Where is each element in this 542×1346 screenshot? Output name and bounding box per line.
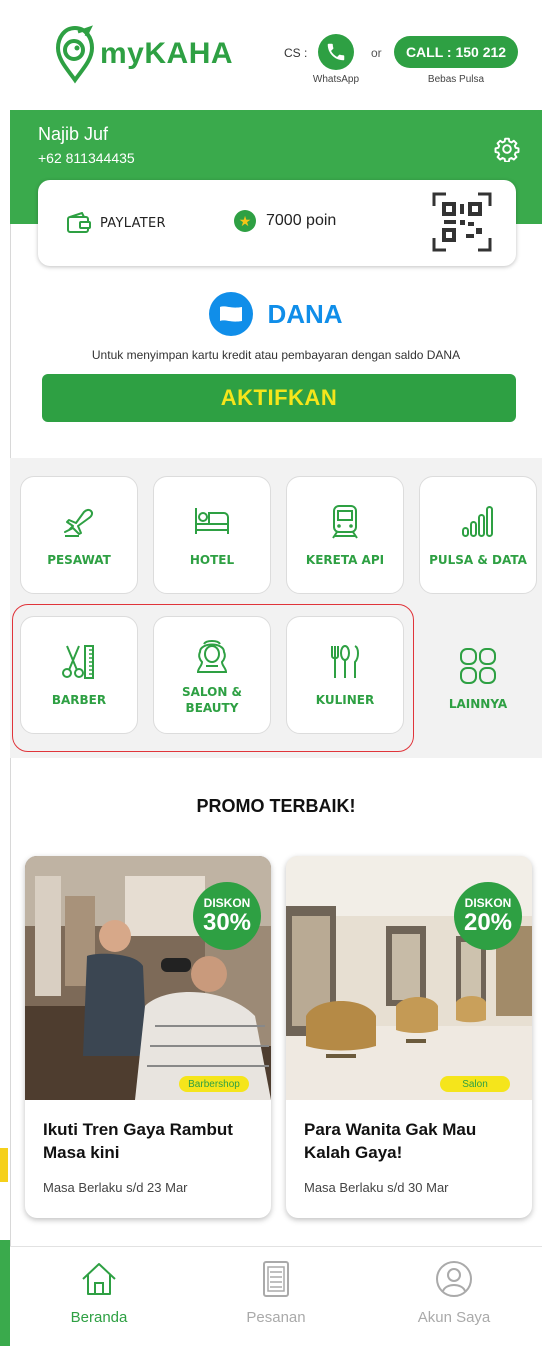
- plane-icon: [64, 508, 94, 537]
- service-barber[interactable]: BARBER: [20, 616, 138, 734]
- wallet-card: PAYLATER ★ 7000 poin: [38, 180, 516, 266]
- nav-label: Beranda: [70, 1309, 128, 1326]
- edge-green-strip: [0, 1240, 10, 1346]
- discount-badge: DISKON 30%: [193, 882, 261, 950]
- edge-yellow-strip: [0, 1148, 8, 1182]
- service-pulsa-data[interactable]: PULSA & DATA: [419, 476, 537, 594]
- bird-logo-icon: [55, 25, 95, 84]
- nav-label: Akun Saya: [417, 1309, 491, 1326]
- whatsapp-button[interactable]: WhatsApp: [306, 34, 366, 85]
- nav-pesanan[interactable]: Pesanan: [211, 1259, 341, 1326]
- bed-icon: [195, 508, 229, 534]
- discount-badge: DISKON 20%: [454, 882, 522, 950]
- service-label: SALON & BEAUTY: [181, 685, 243, 715]
- nav-label: Pesanan: [246, 1309, 306, 1326]
- promo-validity: Masa Berlaku s/d 30 Mar: [304, 1180, 449, 1195]
- whatsapp-label: WhatsApp: [312, 74, 360, 85]
- scissors-comb-icon: [62, 645, 94, 679]
- service-kuliner[interactable]: KULINER: [286, 616, 404, 734]
- service-lainnya[interactable]: LAINNYA: [419, 620, 537, 738]
- service-label: PULSA & DATA: [429, 553, 527, 567]
- points-label: 7000 poin: [266, 212, 337, 229]
- service-label: KULINER: [315, 693, 375, 707]
- brand-logo[interactable]: myKAHA: [54, 24, 233, 84]
- service-pesawat[interactable]: PESAWAT: [20, 476, 138, 594]
- user-phone: +62 811344435: [38, 150, 135, 166]
- dana-logo-icon: [209, 292, 254, 336]
- or-label: or: [371, 46, 382, 60]
- salon-woman-icon: [196, 640, 228, 673]
- service-label: PESAWAT: [47, 553, 111, 567]
- bottom-navigation: Beranda Pesanan Akun Saya: [10, 1246, 542, 1346]
- activate-dana-button[interactable]: AKTIFKAN: [42, 374, 516, 422]
- category-tag: Barbershop: [179, 1076, 249, 1092]
- brand-name: myKAHA: [100, 37, 234, 70]
- promo-headline: Ikuti Tren Gaya Rambut Masa kini: [43, 1120, 233, 1162]
- service-label: KERETA API: [305, 553, 385, 567]
- signal-icon: [462, 506, 493, 537]
- service-salon-beauty[interactable]: SALON & BEAUTY: [153, 616, 271, 734]
- user-name: Najib Juf: [38, 124, 109, 144]
- wallet-icon: [67, 212, 91, 233]
- nav-akun-saya[interactable]: Akun Saya: [389, 1259, 519, 1326]
- train-icon: [332, 505, 358, 539]
- service-kereta-api[interactable]: KERETA API: [286, 476, 404, 594]
- promo-card-salon[interactable]: DISKON 20% Salon Para Wanita Gak Mau Kal…: [286, 856, 532, 1218]
- discount-value: 30%: [202, 908, 252, 936]
- promo-section-title: PROMO TERBAIK!: [196, 796, 356, 816]
- qr-code-icon[interactable]: [432, 192, 492, 252]
- service-label: HOTEL: [189, 553, 235, 567]
- gear-icon[interactable]: [494, 136, 520, 162]
- top-header: myKAHA CS : WhatsApp or CALL : 150 212 B…: [10, 0, 542, 110]
- dana-header: DANA: [10, 292, 542, 336]
- nav-beranda[interactable]: Beranda: [34, 1259, 164, 1326]
- cutlery-icon: [331, 645, 359, 678]
- discount-value: 20%: [463, 908, 513, 936]
- star-icon: ★: [234, 210, 256, 232]
- category-tag: Salon: [440, 1076, 510, 1092]
- service-label: BARBER: [51, 693, 107, 707]
- dana-description: Untuk menyimpan kartu kredit atau pembay…: [91, 348, 461, 362]
- dana-title: DANA: [267, 298, 343, 329]
- service-hotel[interactable]: HOTEL: [153, 476, 271, 594]
- promo-validity: Masa Berlaku s/d 23 Mar: [43, 1180, 188, 1195]
- service-label: LAINNYA: [448, 697, 508, 711]
- cs-label: CS :: [284, 46, 308, 60]
- call-center: CALL : 150 212 Bebas Pulsa: [394, 36, 518, 85]
- grid-four-icon: [460, 648, 496, 684]
- orders-icon: [263, 1261, 289, 1297]
- points-display[interactable]: ★ 7000 poin: [234, 210, 336, 232]
- call-subtitle: Bebas Pulsa: [427, 74, 485, 85]
- promo-card-barber[interactable]: DISKON 30% Barbershop Ikuti Tren Gaya Ra…: [25, 856, 271, 1218]
- call-button[interactable]: CALL : 150 212: [394, 36, 518, 68]
- home-icon: [82, 1263, 116, 1295]
- promo-headline: Para Wanita Gak Mau Kalah Gaya!: [304, 1120, 477, 1162]
- paylater-label: PAYLATER: [100, 215, 166, 231]
- phone-icon: [327, 43, 345, 61]
- paylater-button[interactable]: PAYLATER: [66, 212, 166, 234]
- discount-label: DISKON: [464, 895, 512, 910]
- discount-label: DISKON: [203, 895, 251, 910]
- account-icon: [436, 1261, 472, 1297]
